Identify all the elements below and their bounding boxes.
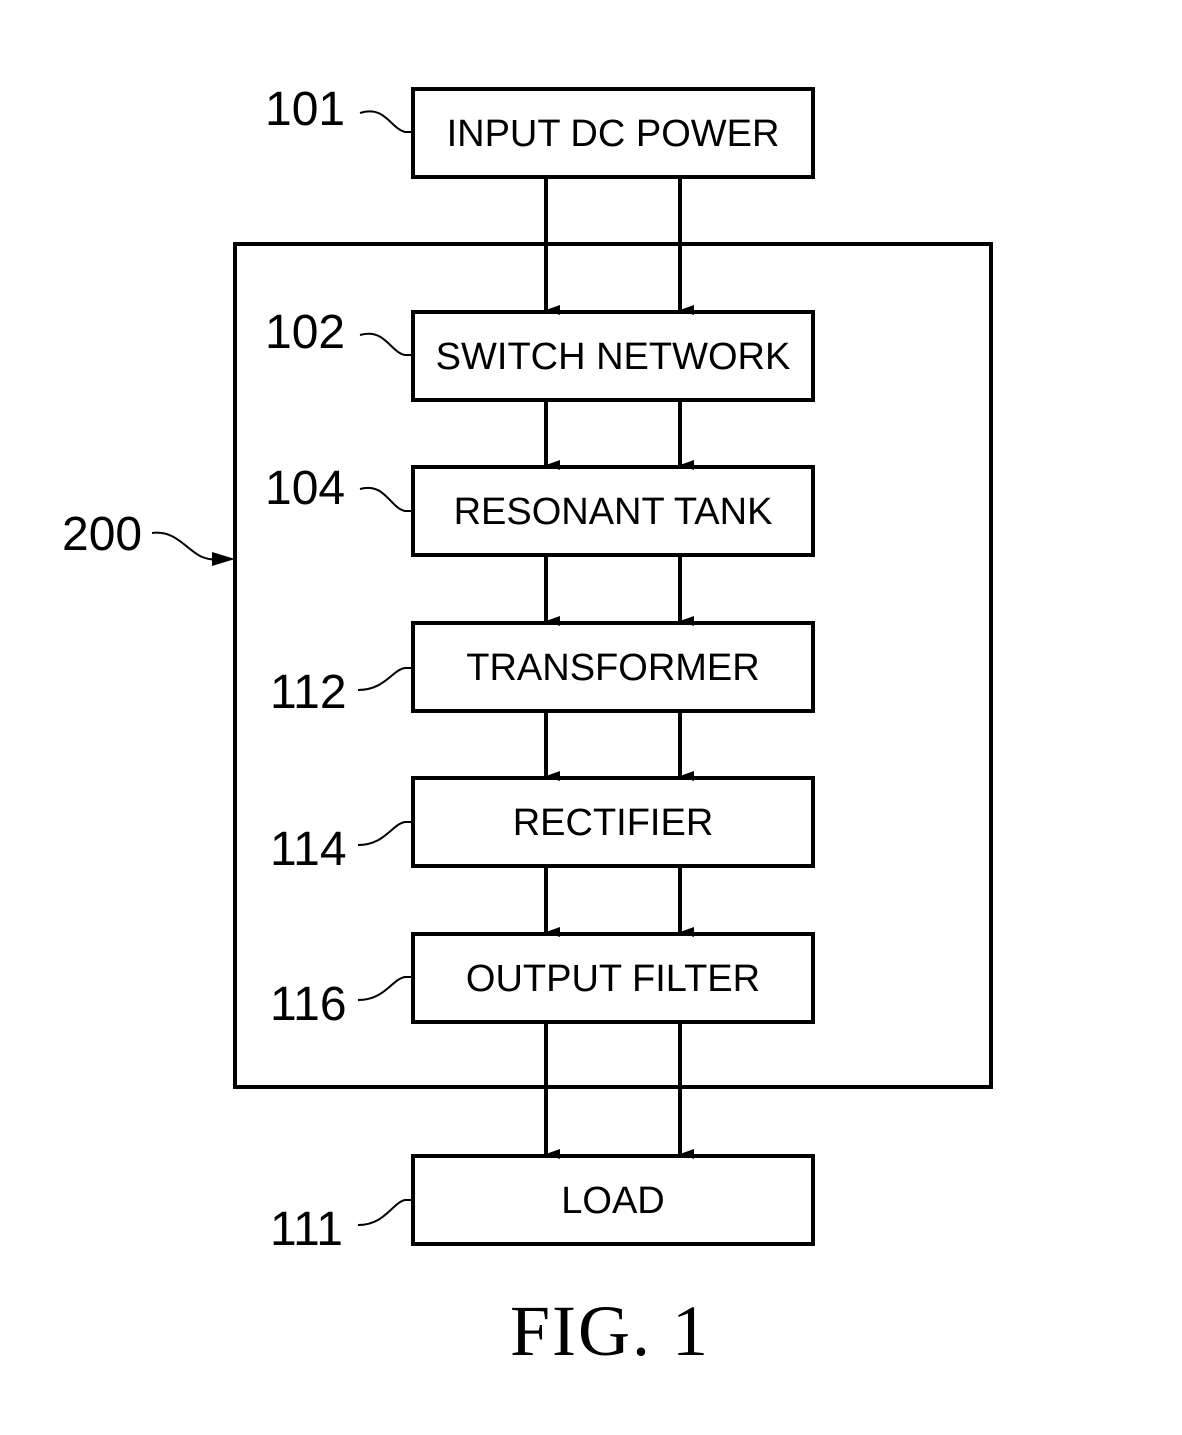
- block-rectifier: RECTIFIER 114: [270, 776, 815, 876]
- block-switch-network: SWITCH NETWORK 102: [265, 306, 815, 402]
- block-label: LOAD: [561, 1180, 664, 1222]
- ref-label-116: 116: [270, 978, 347, 1031]
- block-label: INPUT DC POWER: [447, 113, 780, 155]
- ref-label-102: 102: [265, 306, 345, 359]
- block-transformer: TRANSFORMER 112: [270, 621, 815, 719]
- block-label: TRANSFORMER: [466, 647, 759, 689]
- leader-line-101: [359, 110, 413, 133]
- leader-line-112: [357, 667, 413, 691]
- leader-line-111: [357, 1199, 413, 1226]
- figure-title: FIG. 1: [510, 1291, 710, 1371]
- block-output-filter: OUTPUT FILTER 116: [270, 932, 815, 1031]
- block-label: RECTIFIER: [513, 802, 714, 844]
- block-diagram: 200 INPUT DC POWER 101 SWITCH NETWORK 102 RE…: [62, 83, 993, 1371]
- block-label: SWITCH NETWORK: [436, 336, 791, 378]
- block-label: OUTPUT FILTER: [466, 958, 760, 1000]
- leader-line-104: [359, 486, 413, 512]
- leader-line-102: [359, 332, 413, 356]
- ref-label-111: 111: [270, 1203, 343, 1256]
- arrow-200-icon: [212, 552, 235, 566]
- block-label: RESONANT TANK: [454, 491, 773, 533]
- ref-label-101: 101: [265, 83, 345, 136]
- block-input-dc-power: INPUT DC POWER 101: [265, 83, 815, 179]
- ref-label-114: 114: [270, 823, 347, 876]
- block-resonant-tank: RESONANT TANK 104: [265, 462, 815, 557]
- block-load: LOAD 111: [270, 1154, 815, 1256]
- leader-line-114: [357, 821, 413, 846]
- leader-line-116: [357, 976, 413, 1001]
- ref-label-104: 104: [265, 462, 345, 515]
- ref-label-200: 200: [62, 508, 142, 561]
- ref-label-112: 112: [270, 666, 347, 719]
